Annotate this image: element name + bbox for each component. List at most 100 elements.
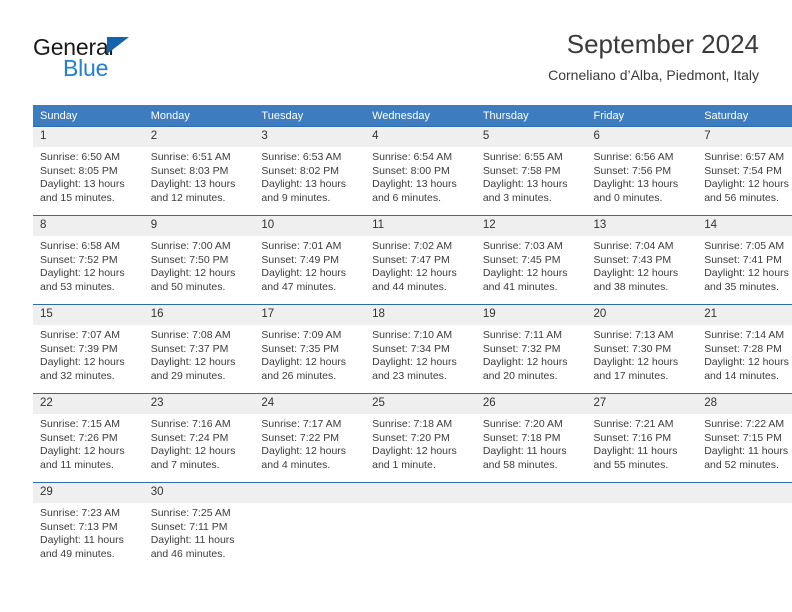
- calendar-day-cell[interactable]: 13 Sunrise: 7:04 AM Sunset: 7:43 PM Dayligh…: [586, 215, 698, 305]
- day-number: 29: [33, 483, 144, 503]
- calendar-day-cell[interactable]: 19 Sunrise: 7:11 AM Sunset: 7:32 PM Dayligh…: [475, 304, 587, 394]
- sunrise-text: Sunrise: 7:04 AM: [593, 240, 674, 252]
- daylight-text: Daylight: 12 hours and 29 minutes.: [150, 356, 236, 382]
- calendar-day-cell[interactable]: 28 Sunrise: 7:22 AM Sunset: 7:15 PM Dayligh…: [697, 393, 792, 483]
- day-details: Sunrise: 7:23 AM Sunset: 7:13 PM Daylight:…: [33, 503, 144, 561]
- daylight-text: Daylight: 11 hours and 49 minutes.: [40, 534, 124, 560]
- daylight-text: Daylight: 12 hours and 7 minutes.: [150, 445, 236, 471]
- calendar-day-cell[interactable]: 26 Sunrise: 7:20 AM Sunset: 7:18 PM Dayligh…: [475, 393, 587, 483]
- day-number: 9: [143, 216, 255, 236]
- calendar-day-cell[interactable]: 17 Sunrise: 7:09 AM Sunset: 7:35 PM Dayligh…: [254, 304, 366, 394]
- weekday-header-friday: Friday: [586, 105, 698, 127]
- calendar-day-cell[interactable]: 23 Sunrise: 7:16 AM Sunset: 7:24 PM Dayligh…: [143, 393, 255, 483]
- sunset-text: Sunset: 7:11 PM: [150, 520, 228, 533]
- day-details: Sunrise: 7:02 AM Sunset: 7:47 PM Daylight:…: [365, 236, 476, 294]
- day-details: Sunrise: 7:01 AM Sunset: 7:49 PM Daylight:…: [254, 236, 365, 294]
- calendar-day-cell[interactable]: 21 Sunrise: 7:14 AM Sunset: 7:28 PM Dayligh…: [697, 304, 792, 394]
- daylight-text: Daylight: 12 hours and 44 minutes.: [372, 267, 457, 293]
- sunrise-text: Sunrise: 7:18 AM: [372, 418, 453, 430]
- calendar-day-cell[interactable]: 5 Sunrise: 6:55 AM Sunset: 7:58 PM Daylight…: [475, 126, 587, 216]
- calendar-day-cell[interactable]: 16 Sunrise: 7:08 AM Sunset: 7:37 PM Dayligh…: [143, 304, 255, 394]
- calendar-day-cell[interactable]: 2 Sunrise: 6:51 AM Sunset: 8:03 PM Daylight…: [143, 126, 255, 216]
- calendar-day-cell[interactable]: 25 Sunrise: 7:18 AM Sunset: 7:20 PM Dayligh…: [365, 393, 476, 483]
- calendar-day-cell[interactable]: 10 Sunrise: 7:01 AM Sunset: 7:49 PM Dayligh…: [254, 215, 366, 305]
- calendar-week-row: 8 Sunrise: 6:58 AM Sunset: 7:52 PM Daylight…: [33, 215, 792, 305]
- day-number: 1: [33, 127, 144, 147]
- day-details: Sunrise: 7:03 AM Sunset: 7:45 PM Daylight:…: [476, 236, 587, 294]
- calendar-day-cell[interactable]: 24 Sunrise: 7:17 AM Sunset: 7:22 PM Dayligh…: [254, 393, 366, 483]
- calendar-day-cell[interactable]: 12 Sunrise: 7:03 AM Sunset: 7:45 PM Dayligh…: [475, 215, 587, 305]
- day-number: 27: [586, 394, 698, 414]
- daylight-text: Daylight: 12 hours and 23 minutes.: [372, 356, 457, 382]
- day-number-placeholder: [254, 483, 366, 503]
- sunrise-text: Sunrise: 7:08 AM: [150, 329, 231, 341]
- weekday-header-monday: Monday: [143, 105, 255, 127]
- daylight-text: Daylight: 13 hours and 15 minutes.: [40, 178, 125, 204]
- day-number: 4: [365, 127, 476, 147]
- day-details: Sunrise: 7:13 AM Sunset: 7:30 PM Daylight:…: [587, 325, 698, 383]
- daylight-text: Daylight: 12 hours and 50 minutes.: [150, 267, 236, 293]
- day-details: Sunrise: 7:07 AM Sunset: 7:39 PM Daylight:…: [33, 325, 144, 383]
- calendar-day-cell[interactable]: 4 Sunrise: 6:54 AM Sunset: 8:00 PM Daylight…: [365, 126, 476, 216]
- calendar-day-cell[interactable]: 14 Sunrise: 7:05 AM Sunset: 7:41 PM Dayligh…: [697, 215, 792, 305]
- calendar-day-cell[interactable]: 20 Sunrise: 7:13 AM Sunset: 7:30 PM Dayligh…: [586, 304, 698, 394]
- calendar-day-cell[interactable]: 18 Sunrise: 7:10 AM Sunset: 7:34 PM Dayligh…: [365, 304, 476, 394]
- daylight-text: Daylight: 13 hours and 12 minutes.: [150, 178, 236, 204]
- sunrise-text: Sunrise: 7:20 AM: [482, 418, 563, 430]
- brand-logo[interactable]: General Blue: [33, 34, 253, 90]
- daylight-text: Daylight: 12 hours and 14 minutes.: [704, 356, 789, 382]
- calendar-day-cell[interactable]: 22 Sunrise: 7:15 AM Sunset: 7:26 PM Dayligh…: [33, 393, 144, 483]
- sunset-text: Sunset: 7:13 PM: [40, 520, 118, 533]
- day-number: 24: [254, 394, 366, 414]
- sunset-text: Sunset: 7:18 PM: [482, 431, 561, 444]
- calendar-day-cell[interactable]: 7 Sunrise: 6:57 AM Sunset: 7:54 PM Daylight…: [697, 126, 792, 216]
- sunset-text: Sunset: 7:34 PM: [372, 342, 450, 355]
- daylight-text: Daylight: 11 hours and 46 minutes.: [150, 534, 235, 560]
- day-number: 11: [365, 216, 476, 236]
- calendar-day-cell[interactable]: 8 Sunrise: 6:58 AM Sunset: 7:52 PM Daylight…: [33, 215, 144, 305]
- day-details: Sunrise: 7:16 AM Sunset: 7:24 PM Daylight:…: [144, 414, 255, 472]
- sunrise-text: Sunrise: 7:23 AM: [40, 507, 120, 519]
- calendar-empty-cell: [365, 482, 476, 571]
- calendar-day-cell[interactable]: 30 Sunrise: 7:25 AM Sunset: 7:11 PM Dayligh…: [143, 482, 255, 571]
- day-number: 5: [475, 127, 587, 147]
- calendar-day-cell[interactable]: 6 Sunrise: 6:56 AM Sunset: 7:56 PM Daylight…: [586, 126, 698, 216]
- day-number: 28: [697, 394, 792, 414]
- daylight-text: Daylight: 12 hours and 1 minute.: [372, 445, 457, 471]
- day-number: 21: [697, 305, 792, 325]
- day-number-placeholder: [586, 483, 698, 503]
- calendar-day-cell[interactable]: 9 Sunrise: 7:00 AM Sunset: 7:50 PM Daylight…: [143, 215, 255, 305]
- calendar-empty-cell: [475, 482, 587, 571]
- daylight-text: Daylight: 12 hours and 35 minutes.: [704, 267, 789, 293]
- sunset-text: Sunset: 7:47 PM: [372, 253, 450, 266]
- calendar-day-cell[interactable]: 1 Sunrise: 6:50 AM Sunset: 8:05 PM Daylight…: [33, 126, 144, 216]
- day-details: Sunrise: 7:09 AM Sunset: 7:35 PM Daylight:…: [254, 325, 365, 383]
- weekday-header-thursday: Thursday: [475, 105, 587, 127]
- day-details: Sunrise: 7:04 AM Sunset: 7:43 PM Daylight:…: [587, 236, 698, 294]
- day-number: 8: [33, 216, 144, 236]
- sunrise-text: Sunrise: 6:55 AM: [482, 151, 563, 163]
- calendar-day-cell[interactable]: 11 Sunrise: 7:02 AM Sunset: 7:47 PM Dayligh…: [365, 215, 476, 305]
- calendar-day-cell[interactable]: 29 Sunrise: 7:23 AM Sunset: 7:13 PM Dayligh…: [33, 482, 144, 571]
- calendar-day-cell[interactable]: 27 Sunrise: 7:21 AM Sunset: 7:16 PM Dayligh…: [586, 393, 698, 483]
- daylight-text: Daylight: 11 hours and 55 minutes.: [593, 445, 678, 471]
- calendar-day-cell[interactable]: 15 Sunrise: 7:07 AM Sunset: 7:39 PM Dayligh…: [33, 304, 144, 394]
- day-number: 10: [254, 216, 366, 236]
- day-number: 26: [475, 394, 587, 414]
- calendar-page: General Blue September 2024 Corneliano d…: [0, 0, 792, 612]
- day-number: 14: [697, 216, 792, 236]
- day-details: Sunrise: 7:25 AM Sunset: 7:11 PM Daylight:…: [144, 503, 255, 561]
- day-details: Sunrise: 7:10 AM Sunset: 7:34 PM Daylight:…: [365, 325, 476, 383]
- day-details: Sunrise: 7:11 AM Sunset: 7:32 PM Daylight:…: [476, 325, 587, 383]
- daylight-text: Daylight: 13 hours and 0 minutes.: [593, 178, 679, 204]
- sunset-text: Sunset: 8:00 PM: [372, 164, 450, 177]
- sunrise-text: Sunrise: 7:09 AM: [261, 329, 342, 341]
- day-details: Sunrise: 6:57 AM Sunset: 7:54 PM Daylight:…: [697, 147, 792, 205]
- day-number: 18: [365, 305, 476, 325]
- sunrise-text: Sunrise: 7:25 AM: [150, 507, 231, 519]
- page-title: September 2024: [566, 29, 759, 59]
- daylight-text: Daylight: 11 hours and 52 minutes.: [704, 445, 789, 471]
- calendar-empty-cell: [254, 482, 366, 571]
- sunset-text: Sunset: 7:35 PM: [261, 342, 340, 355]
- calendar-day-cell[interactable]: 3 Sunrise: 6:53 AM Sunset: 8:02 PM Daylight…: [254, 126, 366, 216]
